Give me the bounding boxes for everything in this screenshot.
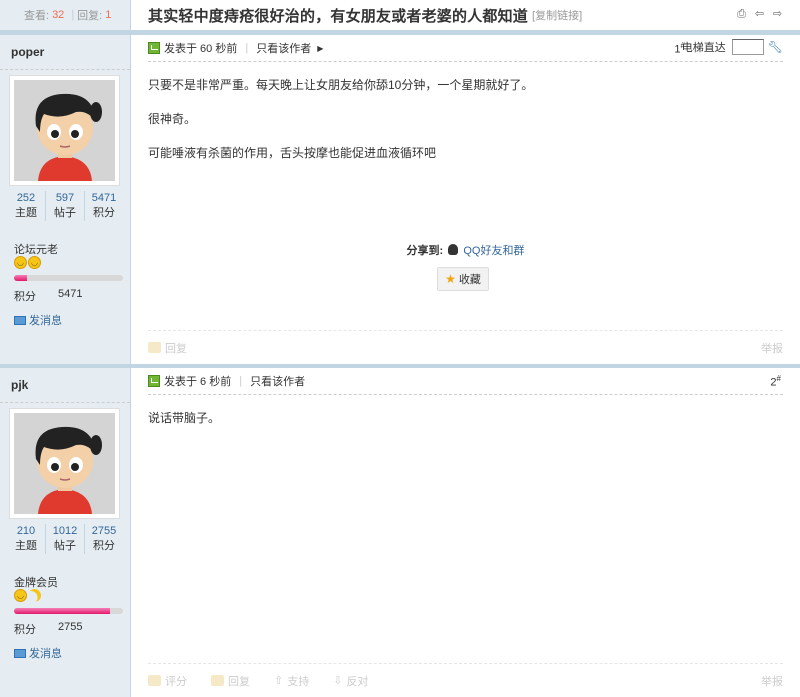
rank-stars: ◡ ◡ <box>14 256 41 269</box>
share-qq-link[interactable]: QQ好友和群 <box>463 245 524 257</box>
stat-posts[interactable]: 1012 帖子 <box>45 524 84 554</box>
views-label: 查看: <box>24 10 50 22</box>
online-icon <box>148 375 160 387</box>
sun-icon: ◡ <box>14 589 27 602</box>
envelope-icon <box>14 648 26 658</box>
stat-threads[interactable]: 252 主题 <box>7 191 45 221</box>
rank-progress-fill <box>14 275 28 281</box>
floor-jump-input[interactable] <box>731 39 764 55</box>
rank-progress <box>14 608 123 614</box>
author-name[interactable]: poper <box>0 35 130 70</box>
post-1: poper 252 主题 597 帖子 5471 积分 论坛元老 ◡ ◡ 积分 … <box>0 31 800 364</box>
thread-stats: 查看: 32 | 回复: 1 <box>0 0 131 30</box>
reply-button[interactable]: 回复 <box>211 673 250 689</box>
stat-credits[interactable]: 2755 积分 <box>84 524 123 554</box>
floor-jump-label: 电梯直达 <box>681 42 726 54</box>
only-author-link[interactable]: 只看该作者 <box>250 373 305 389</box>
author-sidebar: pjk 210 主题 1012 帖子 2755 积分 金牌会员 ◡ 积分 275… <box>0 368 131 697</box>
rank-progress-fill <box>14 608 110 614</box>
replies-label: 回复: <box>77 10 103 22</box>
share-row: 分享到: QQ好友和群 <box>131 242 800 258</box>
send-message-label: 发消息 <box>29 315 62 327</box>
send-message-link[interactable]: 发消息 <box>14 645 62 661</box>
post-body: 发表于 6 秒前 | 只看该作者 2# 说话带脑子。 评分 回复 ⇧ 支持 ⇩ 反对… <box>131 368 800 697</box>
report-link[interactable]: 举报 <box>761 673 783 689</box>
post-meta: 发表于 60 秒前 | 只看该作者 ▶ 1# 电梯直达 🔧︎ <box>148 35 783 62</box>
prev-icon[interactable]: ⇦ <box>753 8 766 20</box>
stat-credits[interactable]: 5471 积分 <box>84 191 123 221</box>
only-author-link[interactable]: 只看该作者 <box>256 40 311 56</box>
floor-jump: 电梯直达 🔧︎ <box>682 39 783 55</box>
post-2: pjk 210 主题 1012 帖子 2755 积分 金牌会员 ◡ 积分 275… <box>0 364 800 697</box>
score-label: 积分 <box>14 291 36 303</box>
oppose-button[interactable]: ⇩ 反对 <box>333 673 368 689</box>
send-message-label: 发消息 <box>29 648 62 660</box>
user-rank[interactable]: 论坛元老 <box>14 241 58 257</box>
send-message-link[interactable]: 发消息 <box>14 312 62 328</box>
author-stats: 252 主题 597 帖子 5471 积分 <box>7 191 123 221</box>
stats-separator: | <box>71 9 75 21</box>
author-stats: 210 主题 1012 帖子 2755 积分 <box>7 524 123 554</box>
thread-title: 其实轻中度痔疮很好治的，有女朋友或者老婆的人都知道 <box>148 7 529 25</box>
views-count: 32 <box>52 9 65 21</box>
score-label: 积分 <box>14 624 36 636</box>
rate-icon <box>148 675 161 686</box>
star-icon: ★ <box>445 272 456 286</box>
replies-count: 1 <box>105 9 112 21</box>
post-content: 只要不是非常严重。每天晚上让女朋友给你舔10分钟，一个星期就好了。 很神奇。 可… <box>148 77 533 179</box>
post-actions: 评分 回复 ⇧ 支持 ⇩ 反对 举报 <box>148 663 783 697</box>
post-paragraph: 说话带脑子。 <box>148 411 221 425</box>
online-icon <box>148 42 160 54</box>
author-name[interactable]: pjk <box>0 368 130 403</box>
score-row: 积分 2755 <box>14 621 82 637</box>
report-link[interactable]: 举报 <box>761 340 783 356</box>
avatar-image <box>14 413 115 514</box>
thread-header: 查看: 32 | 回复: 1 其实轻中度痔疮很好治的，有女朋友或者老婆的人都知道… <box>0 0 800 31</box>
wrench-icon[interactable]: 🔧︎ <box>768 40 783 54</box>
favorite-label: 收藏 <box>458 274 481 286</box>
avatar[interactable] <box>9 75 120 186</box>
post-paragraph: 很神奇。 <box>148 112 197 126</box>
post-time: 发表于 60 秒前 <box>164 43 238 55</box>
reply-icon <box>148 342 161 353</box>
stat-threads[interactable]: 210 主题 <box>7 524 45 554</box>
sun-icon: ◡ <box>28 256 41 269</box>
support-button[interactable]: ⇧ 支持 <box>274 673 309 689</box>
score-value: 5471 <box>58 288 83 300</box>
post-meta: 发表于 6 秒前 | 只看该作者 2# <box>148 368 783 395</box>
envelope-icon <box>14 315 26 325</box>
share-label: 分享到: <box>406 245 444 257</box>
avatar-image <box>14 80 115 181</box>
moon-icon <box>26 587 44 605</box>
reply-icon <box>211 675 224 686</box>
favorite-button[interactable]: ★ 收藏 <box>437 267 489 291</box>
stat-posts[interactable]: 597 帖子 <box>45 191 84 221</box>
post-paragraph: 只要不是非常严重。每天晚上让女朋友给你舔10分钟，一个星期就好了。 <box>148 78 534 92</box>
thumbs-down-icon: ⇩ <box>333 675 343 687</box>
sun-icon: ◡ <box>14 256 27 269</box>
avatar[interactable] <box>9 408 120 519</box>
rate-button[interactable]: 评分 <box>148 673 187 689</box>
qq-icon <box>448 244 459 255</box>
score-row: 积分 5471 <box>14 288 82 304</box>
print-icon[interactable]: ⎙ <box>735 8 748 20</box>
next-icon[interactable]: ⇨ <box>771 8 784 20</box>
rank-stars: ◡ <box>14 589 41 602</box>
post-actions: 回复 举报 <box>148 330 783 364</box>
post-time: 发表于 6 秒前 <box>164 376 232 388</box>
copy-link[interactable]: [复制链接] <box>532 7 582 23</box>
user-rank[interactable]: 金牌会员 <box>14 574 58 590</box>
thumbs-up-icon: ⇧ <box>274 675 284 687</box>
post-body: 发表于 60 秒前 | 只看该作者 ▶ 1# 电梯直达 🔧︎ 只要不是非常严重。… <box>131 35 800 364</box>
score-value: 2755 <box>58 621 83 633</box>
author-sidebar: poper 252 主题 597 帖子 5471 积分 论坛元老 ◡ ◡ 积分 … <box>0 35 131 364</box>
post-content: 说话带脑子。 <box>148 410 220 444</box>
floor-number[interactable]: 2# <box>770 374 781 389</box>
play-icon[interactable]: ▶ <box>317 44 323 53</box>
reply-button[interactable]: 回复 <box>148 340 187 356</box>
rank-progress <box>14 275 123 281</box>
post-paragraph: 可能唾液有杀菌的作用，舌头按摩也能促进血液循环吧 <box>148 146 437 160</box>
